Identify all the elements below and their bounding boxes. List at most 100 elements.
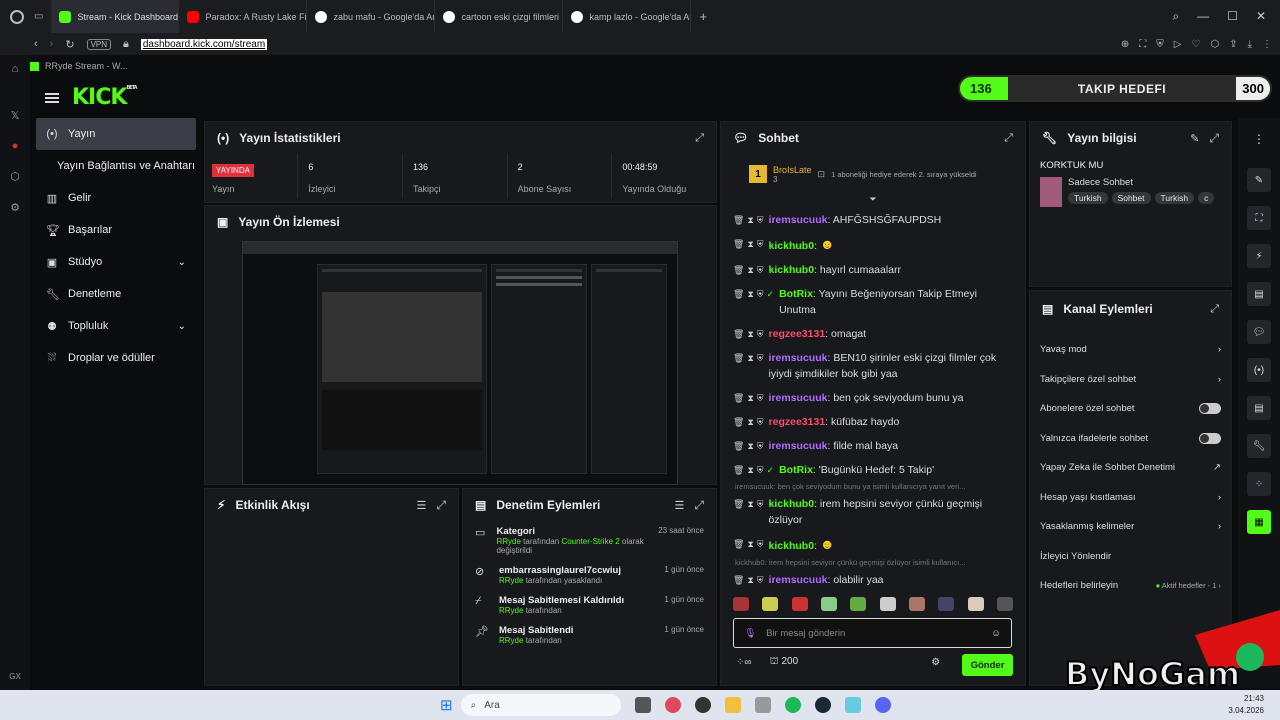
delete-icon[interactable]: 🗑︎ [733, 438, 744, 454]
chat-username[interactable]: BotRix [779, 288, 813, 300]
close-icon[interactable]: ✕ [1256, 9, 1266, 24]
ban-shield-icon[interactable]: ⛨ [757, 326, 764, 342]
sidebar-item-topluluk[interactable]: ⚉ Topluluk ⌄ [30, 310, 202, 342]
timeout-icon[interactable]: ⧗ [747, 438, 753, 454]
reload-icon[interactable]: ↻ [65, 38, 74, 51]
forward-icon[interactable]: › [50, 38, 54, 50]
sidebar-item-stream-key[interactable]: Yayın Bağlantısı ve Anahtarı [30, 150, 202, 182]
timeout-icon[interactable]: ⧗ [747, 262, 753, 278]
file-explorer-icon[interactable] [724, 697, 741, 713]
delete-icon[interactable]: 🗑︎ [733, 350, 744, 366]
chat-username[interactable]: kickhub0 [769, 540, 815, 552]
vpn-badge[interactable]: VPN [86, 38, 112, 50]
timeout-icon[interactable]: ⧗ [747, 286, 753, 302]
delete-icon[interactable]: 🗑︎ [733, 236, 744, 252]
emote[interactable] [820, 597, 837, 611]
emote[interactable] [733, 597, 749, 611]
timeout-icon[interactable]: ⧗ [747, 572, 753, 588]
popout-icon[interactable]: ⤢ [694, 498, 704, 513]
timeout-icon[interactable]: ⧗ [747, 496, 753, 512]
popout-icon[interactable]: ⤢ [1209, 131, 1219, 146]
delete-icon[interactable]: 🗑︎ [733, 286, 744, 302]
tab-cartoon[interactable]: cartoon eski çizgi filmleri - [435, 0, 564, 33]
chat-message[interactable]: 🗑︎ ⧗ ⛨ kickhub0: irem hepsini seviyor çünkü… [721, 492, 1025, 532]
ban-shield-icon[interactable]: ⛨ [757, 286, 764, 302]
share-icon[interactable]: ⇪ [1229, 39, 1237, 50]
chat-username[interactable]: regzee3131 [769, 416, 826, 428]
chat-username[interactable]: iremsucuuk [769, 392, 828, 404]
subscribers-only-toggle[interactable] [1199, 403, 1221, 415]
chat-username[interactable]: kickhub0 [769, 264, 815, 276]
emote[interactable] [879, 597, 896, 611]
chat-username[interactable]: BotRix [779, 464, 813, 476]
ban-shield-icon[interactable]: ⛨ [757, 350, 764, 366]
tag[interactable]: Turkish [1154, 192, 1195, 204]
action-account-age[interactable]: Hesap yaşı kısıtlaması › [1030, 483, 1231, 513]
sidebar-item-basarilar[interactable]: 🏆︎ Başarılar [30, 214, 202, 246]
settings-icon[interactable]: ⚙ [10, 201, 20, 214]
bookmark-item[interactable]: RRyde Stream - W... [45, 61, 128, 71]
play-icon[interactable]: ▷ [1174, 39, 1182, 50]
ban-shield-icon[interactable]: ⛨ [757, 236, 764, 252]
x-twitter-icon[interactable]: 𝕏 [11, 109, 20, 122]
tab-paradox[interactable]: Paradox: A Rusty Lake Film [179, 0, 308, 33]
timeout-icon[interactable]: ⧗ [747, 462, 753, 478]
action-ai-moderation[interactable]: Yapay Zeka ile Sohbet Denetimi ↗ [1030, 453, 1231, 483]
filter-icon[interactable]: ☰ [675, 499, 685, 512]
chat-message[interactable]: 🗑︎ ⧗ ⛨ kickhub0: ☻ [721, 532, 1025, 558]
steam-icon[interactable] [814, 697, 831, 713]
download-icon[interactable]: ⤓ [1248, 39, 1252, 50]
timeout-icon[interactable]: ⧗ [747, 536, 753, 552]
emote[interactable] [967, 597, 984, 611]
sidebar-item-studyo[interactable]: ▣ Stüdyo ⌄ [30, 246, 202, 278]
action-followers-only[interactable]: Takipçilere özel sohbet › [1030, 365, 1231, 395]
chat-message[interactable]: 🗑︎ ⧗ ⛨ iremsucuuk: ben çok seviyodum bunu y… [721, 386, 1025, 410]
back-icon[interactable]: ‹ [34, 38, 38, 50]
snapshot-icon[interactable]: ⛶ [1139, 39, 1146, 50]
chat-message[interactable]: 🗑︎ ⧗ ⛨ ✓ BotRix: 'Bugünkü Hedef: 5 Takip' [721, 458, 1025, 482]
sidebar-item-yayin[interactable]: (•) Yayın [36, 118, 196, 150]
community-icon[interactable]: ⁘ [1247, 472, 1271, 496]
delete-icon[interactable]: 🗑︎ [733, 496, 744, 512]
obs-icon[interactable] [694, 697, 711, 713]
sidebar-item-droplar[interactable]: ⛆ Droplar ve ödüller [30, 342, 202, 374]
task-view-icon[interactable] [634, 697, 651, 713]
chat-username[interactable]: iremsucuuk [769, 440, 828, 452]
new-tab-icon[interactable]: + [699, 9, 707, 24]
sidebar-item-gelir[interactable]: ▥ Gelir [30, 182, 202, 214]
document-icon[interactable]: ▤ [1247, 282, 1271, 306]
emote[interactable] [938, 597, 955, 611]
aria-icon[interactable]: ⌂ [12, 63, 19, 75]
timeout-icon[interactable]: ⧗ [747, 390, 753, 406]
chat-username[interactable]: regzee3131 [769, 328, 826, 340]
broadcast-icon[interactable]: (•) [1247, 358, 1271, 382]
chat-reply-preview[interactable]: kickhub0: irem hepsini seviyor çünkü geç… [721, 558, 1025, 568]
tab-zabu-mafu[interactable]: zabu mafu - Google'da Ara [307, 0, 436, 33]
menu-icon[interactable]: ⋮ [1262, 39, 1272, 50]
chat-username[interactable]: iremsucuuk [769, 574, 828, 586]
filter-icon[interactable]: ☰ [417, 499, 427, 512]
chat-icon[interactable]: 💬︎ [1247, 320, 1271, 344]
hamburger-menu-icon[interactable] [45, 92, 59, 103]
extensions-icon[interactable]: ⬡ [1210, 39, 1219, 50]
chat-message[interactable]: 🗑︎ ⧗ ⛨ iremsucuuk: AHFĞSHSĞFAUPDSH [721, 208, 1025, 232]
chat-username[interactable]: kickhub0 [769, 498, 815, 510]
minimize-icon[interactable]: — [1197, 9, 1209, 24]
edit-icon[interactable]: ✎ [1190, 132, 1199, 145]
windows-start-icon[interactable]: ⊞ [440, 696, 453, 714]
action-raid[interactable]: İzleyici Yönlendir [1030, 542, 1231, 572]
popout-icon[interactable]: ⤢ [436, 498, 446, 513]
edit-icon[interactable]: ✎ [1247, 168, 1271, 192]
chat-settings-icon[interactable]: ⚙ [931, 657, 940, 668]
action-slow-mode[interactable]: Yavaş mod › [1030, 335, 1231, 365]
timeout-icon[interactable]: ⧗ [747, 350, 753, 366]
stream-preview-video[interactable] [242, 241, 678, 485]
timeout-icon[interactable]: ⧗ [747, 414, 753, 430]
delete-icon[interactable]: 🗑︎ [733, 462, 744, 478]
emote[interactable] [908, 597, 925, 611]
kick-app-icon[interactable]: ▦ [1247, 510, 1271, 534]
app-icon[interactable] [754, 697, 771, 713]
timeout-icon[interactable]: ⧗ [747, 236, 753, 252]
emote-icon[interactable]: ☻ [820, 536, 835, 552]
delete-icon[interactable]: 🗑︎ [733, 390, 744, 406]
